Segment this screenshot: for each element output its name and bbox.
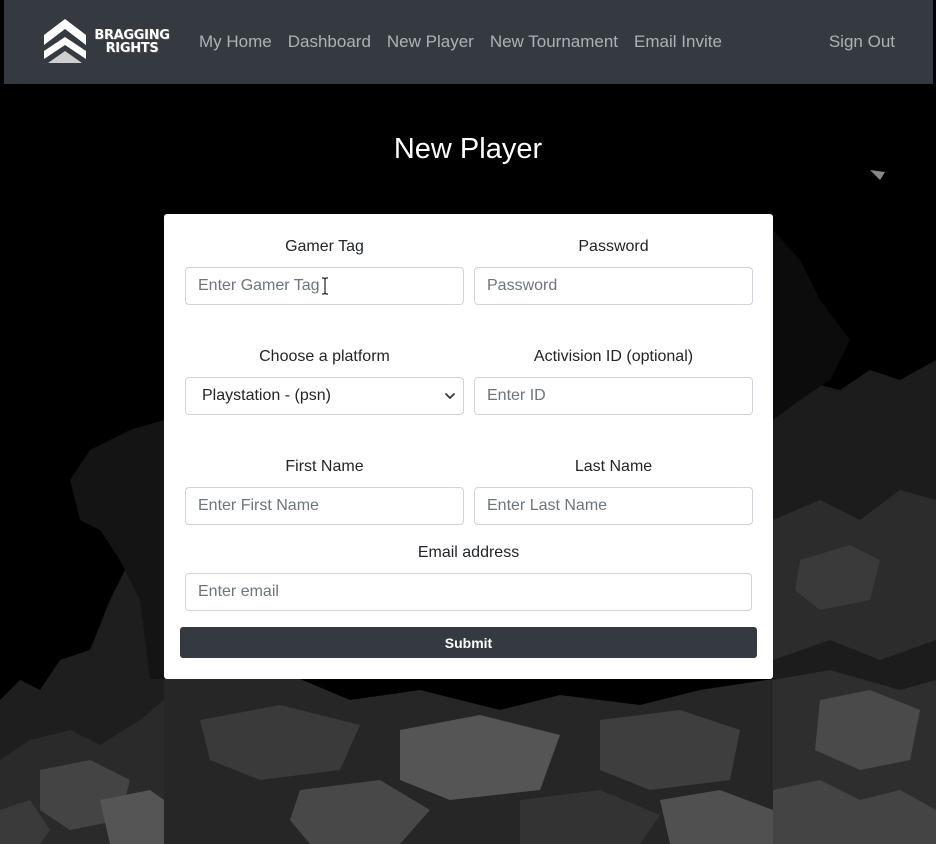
password-label: Password bbox=[578, 238, 649, 255]
password-input[interactable] bbox=[474, 267, 753, 305]
nav-link-dashboard[interactable]: Dashboard bbox=[280, 31, 379, 53]
chevron-logo-icon bbox=[44, 19, 86, 63]
gamer-tag-label: Gamer Tag bbox=[285, 238, 364, 255]
platform-selected-value: Playstation - (psn) bbox=[202, 387, 331, 404]
page-title: New Player bbox=[393, 133, 543, 165]
email-input[interactable] bbox=[185, 573, 752, 611]
nav-link-my-home[interactable]: My Home bbox=[199, 31, 280, 53]
platform-label: Choose a platform bbox=[259, 348, 390, 365]
brand-logo-text: BRAGGING RIGHTS bbox=[90, 29, 174, 55]
activision-id-label: Activision ID (optional) bbox=[533, 348, 694, 365]
platform-select[interactable]: Playstation - (psn) bbox=[185, 377, 464, 415]
new-player-form: Gamer Tag Password Choose a platform Pla… bbox=[164, 214, 773, 679]
nav-link-new-player[interactable]: New Player bbox=[379, 31, 482, 53]
nav-links: My Home Dashboard New Player New Tournam… bbox=[199, 31, 730, 53]
sign-out-link[interactable]: Sign Out bbox=[829, 31, 895, 53]
first-name-label: First Name bbox=[285, 458, 364, 475]
nav-link-email-invite[interactable]: Email Invite bbox=[626, 31, 730, 53]
first-name-input[interactable] bbox=[185, 487, 464, 525]
last-name-label: Last Name bbox=[574, 458, 653, 475]
activision-id-input[interactable] bbox=[474, 377, 753, 415]
last-name-input[interactable] bbox=[474, 487, 753, 525]
top-navbar: BRAGGING RIGHTS My Home Dashboard New Pl… bbox=[4, 0, 933, 84]
nav-link-new-tournament[interactable]: New Tournament bbox=[482, 31, 626, 53]
email-label: Email address bbox=[417, 544, 520, 561]
submit-button[interactable]: Submit bbox=[180, 627, 757, 658]
text-cursor-icon bbox=[322, 277, 328, 295]
brand-logo[interactable]: BRAGGING RIGHTS bbox=[42, 17, 174, 65]
brand-logo-line2: RIGHTS bbox=[105, 41, 159, 56]
chevron-down-icon bbox=[445, 393, 455, 399]
